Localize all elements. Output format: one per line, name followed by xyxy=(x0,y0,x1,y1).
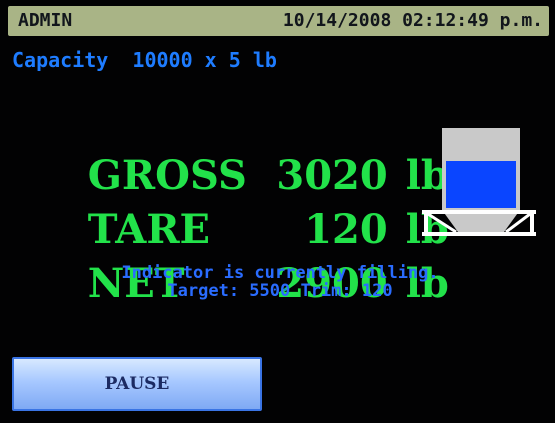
hopper-fill-level xyxy=(446,161,516,208)
hopper-leg-right xyxy=(530,210,534,236)
status-line-2: Target: 5500 Trim: 120 xyxy=(167,281,393,301)
indicator-screen: ADMIN 10/14/2008 02:12:49 p.m. Capacity … xyxy=(0,0,555,423)
user-label: ADMIN xyxy=(18,10,73,31)
hopper-icon xyxy=(418,126,538,246)
status-line-1: Indicator is currently filling. xyxy=(121,263,439,283)
hopper-stand-top xyxy=(422,210,536,214)
status-message: Indicator is currently filling. Target: … xyxy=(40,264,520,300)
hopper-graphic xyxy=(422,128,536,236)
pause-button[interactable]: PAUSE xyxy=(12,357,262,411)
hopper-leg-left xyxy=(424,210,428,236)
pause-button-label: PAUSE xyxy=(104,374,170,394)
hopper-stand-bottom xyxy=(422,232,536,236)
datetime-display: 10/14/2008 02:12:49 p.m. xyxy=(282,10,543,31)
title-bar: ADMIN 10/14/2008 02:12:49 p.m. xyxy=(8,6,549,36)
capacity-display: Capacity 10000 x 5 lb xyxy=(12,48,277,72)
